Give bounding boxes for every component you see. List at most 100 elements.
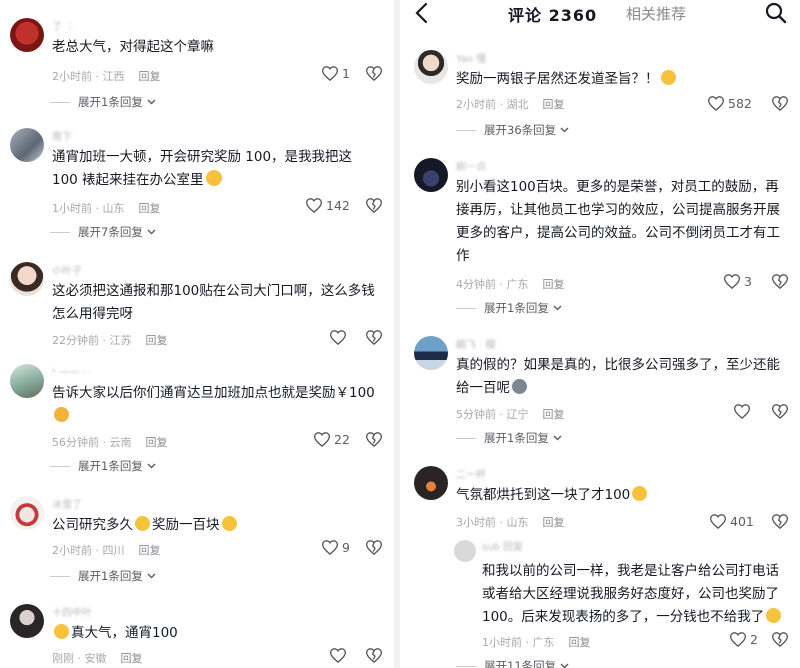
comment-meta: 2小时前 · 四川 回复 xyxy=(52,542,161,558)
expand-replies-label: 展开36条回复 xyxy=(484,123,557,137)
avatar[interactable] xyxy=(10,604,44,638)
like-button[interactable]: 401 xyxy=(710,514,754,529)
reply-button[interactable]: 回复 xyxy=(139,70,161,83)
comment-username[interactable]: 十四中叶 xyxy=(52,604,92,619)
reply-button[interactable]: 回复 xyxy=(139,202,161,215)
comment-username[interactable]: 翩飞 · 蝶 xyxy=(456,336,496,351)
comment-username[interactable]: 冰雪了 xyxy=(52,496,82,511)
expand-replies[interactable]: 展开1条回复 xyxy=(50,94,156,110)
comment-username[interactable]: 了 ︙ xyxy=(52,18,75,33)
heart-icon xyxy=(708,96,724,111)
like-button[interactable]: 1 xyxy=(322,66,350,81)
like-button[interactable]: 582 xyxy=(708,96,752,111)
comment-text: 和我以前的公司一样，我老是让客户给公司打电话或者给大区经理说我服务好态度好，公司… xyxy=(482,560,788,629)
heart-icon[interactable] xyxy=(734,404,750,419)
comment-username[interactable]: 南下 xyxy=(52,128,72,143)
like-count: 582 xyxy=(728,96,752,111)
reply-button[interactable]: 回复 xyxy=(121,652,143,665)
reply-button[interactable]: 回复 xyxy=(146,334,168,347)
comment-time-location: 2小时前 · 四川 xyxy=(52,544,125,557)
comment-time-location: 2小时前 · 湖北 xyxy=(456,98,529,111)
expand-replies[interactable]: 展开11条回复 xyxy=(456,658,569,668)
expand-replies-label: 展开1条回复 xyxy=(78,569,143,583)
expand-replies[interactable]: 展开1条回复 xyxy=(50,568,156,584)
avatar[interactable] xyxy=(454,540,476,562)
comment-meta: 1小时前 · 广东 回复 xyxy=(482,634,591,650)
expand-replies[interactable]: 展开7条回复 xyxy=(50,224,156,240)
like-button[interactable]: 9 xyxy=(322,540,350,555)
back-arrow-icon[interactable] xyxy=(414,2,430,24)
broken-heart-icon[interactable] xyxy=(366,66,382,81)
avatar[interactable] xyxy=(10,364,44,398)
chevron-down-icon xyxy=(147,229,156,235)
comment-text: 公司研究多久 奖励一百块 xyxy=(52,514,382,537)
avatar[interactable] xyxy=(10,262,44,296)
broken-heart-icon[interactable] xyxy=(772,404,788,419)
like-button[interactable]: 22 xyxy=(314,432,350,447)
heart-icon xyxy=(710,514,726,529)
expand-replies-label: 展开1条回复 xyxy=(484,301,549,315)
avatar[interactable] xyxy=(10,128,44,162)
comment-username[interactable]: 二一杯 xyxy=(456,466,486,481)
like-button[interactable]: 2 xyxy=(730,632,758,647)
smiling-emoji-icon xyxy=(205,170,222,186)
comment-username[interactable]: 刷一点 xyxy=(456,158,486,173)
reply-button[interactable]: 回复 xyxy=(543,516,565,529)
search-icon[interactable] xyxy=(764,1,788,25)
tab-related[interactable]: 相关推荐 xyxy=(626,3,686,24)
broken-heart-icon[interactable] xyxy=(366,648,382,663)
comment-time-location: 1小时前 · 山东 xyxy=(52,202,125,215)
expand-replies[interactable]: 展开1条回复 xyxy=(50,458,156,474)
avatar[interactable] xyxy=(414,158,448,192)
broken-heart-icon[interactable] xyxy=(366,432,382,447)
comment-time-location: 2小时前 · 江西 xyxy=(52,70,125,83)
expand-replies[interactable]: 展开36条回复 xyxy=(456,122,569,138)
comment-username[interactable]: Yao 懂 xyxy=(456,50,486,65)
like-button[interactable]: 3 xyxy=(724,274,752,289)
comment-username[interactable]: ʰ 一一 · · xyxy=(52,364,92,379)
avatar[interactable] xyxy=(414,336,448,370)
broken-heart-icon[interactable] xyxy=(366,330,382,345)
comment-time-location: 3小时前 · 山东 xyxy=(456,516,529,529)
heart-icon[interactable] xyxy=(330,330,346,345)
comment-username[interactable]: sub 回复 xyxy=(482,538,523,553)
comment-text: 这必须把这通报和那100贴在公司大门口啊，这么多钱怎么用得完呀 xyxy=(52,283,375,322)
avatar[interactable] xyxy=(10,18,44,52)
comment-meta: 1小时前 · 山东 回复 xyxy=(52,200,161,216)
heart-icon xyxy=(322,540,338,555)
tab-comments[interactable]: 评论 2360 xyxy=(508,2,597,26)
chevron-down-icon xyxy=(553,435,562,441)
comments-header: 评论 2360 相关推荐 xyxy=(400,0,800,28)
crying-emoji-icon xyxy=(632,486,648,501)
expand-replies[interactable]: 展开1条回复 xyxy=(456,430,562,446)
avatar[interactable] xyxy=(414,50,448,84)
like-count: 2 xyxy=(750,632,758,647)
comment-text: 真大气，通宵100 xyxy=(52,622,382,645)
like-button[interactable]: 142 xyxy=(306,198,350,213)
laughing-emoji-icon xyxy=(54,624,69,639)
broken-heart-icon[interactable] xyxy=(772,514,788,529)
reply-button[interactable]: 回复 xyxy=(543,278,565,291)
comment-meta: 4分钟前 · 广东 回复 xyxy=(456,276,565,292)
avatar[interactable] xyxy=(414,466,448,500)
chevron-down-icon xyxy=(560,127,569,133)
comment-time-location: 刚刚 · 安徽 xyxy=(52,652,107,665)
reply-button[interactable]: 回复 xyxy=(146,436,168,449)
broken-heart-icon[interactable] xyxy=(772,96,788,111)
reply-button[interactable]: 回复 xyxy=(139,544,161,557)
broken-heart-icon[interactable] xyxy=(366,198,382,213)
laughing-crying-emoji-icon xyxy=(766,608,782,623)
reply-button[interactable]: 回复 xyxy=(543,408,565,421)
cat-emoji-icon xyxy=(512,379,527,394)
broken-heart-icon[interactable] xyxy=(772,274,788,289)
comment-text: 通宵加班一大顿，开会研究奖励 100，是我我把这 100 裱起来挂在办公室里 xyxy=(52,149,353,188)
reply-button[interactable]: 回复 xyxy=(569,636,591,649)
avatar[interactable] xyxy=(10,496,44,530)
heart-icon xyxy=(314,432,330,447)
reply-button[interactable]: 回复 xyxy=(543,98,565,111)
broken-heart-icon[interactable] xyxy=(366,540,382,555)
heart-icon[interactable] xyxy=(330,648,346,663)
broken-heart-icon[interactable] xyxy=(772,632,788,647)
comment-username[interactable]: 小叶子 xyxy=(52,262,82,277)
expand-replies[interactable]: 展开1条回复 xyxy=(456,300,562,316)
